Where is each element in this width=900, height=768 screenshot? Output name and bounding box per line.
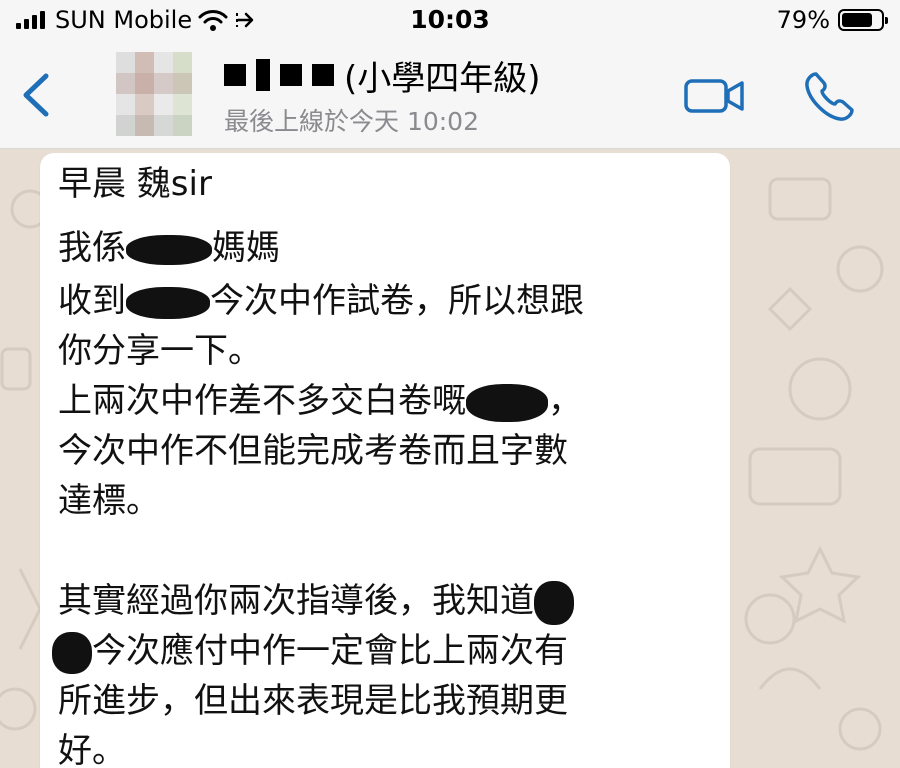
message-line: 早晨 魏sir bbox=[58, 164, 212, 204]
message-line: 今次應付中作一定會比上兩次有 bbox=[52, 626, 568, 676]
redaction-mark bbox=[256, 59, 270, 91]
message-line: 你分享一下。 bbox=[58, 331, 262, 371]
redaction-mark bbox=[466, 383, 548, 422]
redaction-mark bbox=[224, 64, 246, 86]
redaction-mark bbox=[312, 64, 334, 86]
battery-fill bbox=[842, 13, 873, 27]
status-right: 79% bbox=[776, 4, 888, 36]
redaction-mark bbox=[126, 234, 212, 265]
message-line: 今次中作不但能完成考卷而且字數 bbox=[58, 431, 568, 471]
contact-name[interactable]: (小學四年級) bbox=[224, 54, 541, 99]
avatar[interactable] bbox=[116, 52, 192, 136]
video-camera-icon[interactable] bbox=[684, 76, 746, 116]
message-line: 其實經過你兩次指導後，我知道 bbox=[58, 576, 574, 626]
chat-header: (小學四年級) 最後上線於今天 10:02 bbox=[0, 40, 900, 149]
phone-icon[interactable] bbox=[802, 70, 856, 124]
battery-icon bbox=[838, 9, 888, 31]
chat-area[interactable]: 早晨 魏sir 我係 媽媽 收到 今次中作試卷，所以想跟 你分享一下。 上兩次中作差… bbox=[0, 149, 900, 768]
redaction-mark bbox=[126, 286, 210, 319]
battery-percent: 79% bbox=[776, 6, 830, 34]
message-line: 所進步，但出來表現是比我預期更 bbox=[58, 681, 568, 721]
redaction-mark bbox=[280, 64, 302, 86]
message-bubble[interactable]: 早晨 魏sir 我係 媽媽 收到 今次中作試卷，所以想跟 你分享一下。 上兩次中作差… bbox=[40, 153, 730, 768]
contact-name-suffix: (小學四年級) bbox=[344, 58, 541, 99]
chevron-left-icon[interactable] bbox=[16, 70, 60, 120]
status-time: 10:03 bbox=[410, 5, 490, 34]
message-line: 好。 bbox=[58, 731, 126, 768]
redaction-mark bbox=[52, 631, 92, 674]
last-seen-status: 最後上線於今天 10:02 bbox=[224, 107, 479, 136]
message-line: 收到 今次中作試卷，所以想跟 bbox=[58, 281, 584, 321]
message-line: 達標。 bbox=[58, 481, 160, 521]
message-line: 上兩次中作差不多交白卷嘅， bbox=[58, 381, 582, 422]
redaction-mark bbox=[534, 580, 574, 625]
message-line: 我係 媽媽 bbox=[58, 228, 280, 268]
status-bar: SUN Mobile 10:03 79% bbox=[0, 0, 900, 40]
